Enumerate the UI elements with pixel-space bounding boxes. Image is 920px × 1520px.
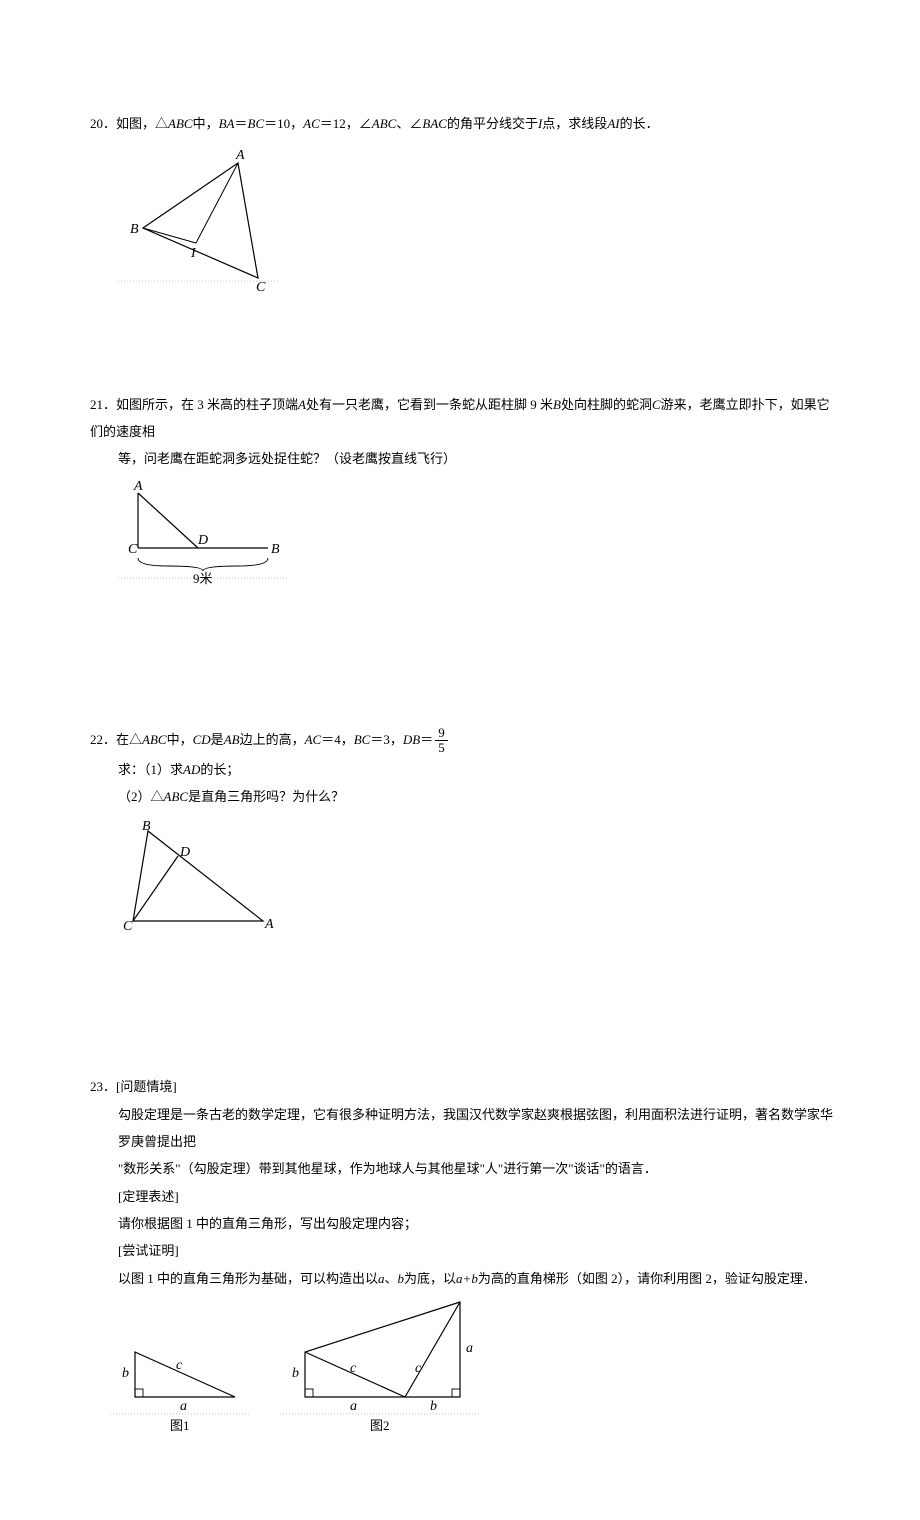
problem-22-q1: 求：（1）求AD的长； [90,756,835,783]
problem-21: 21．如图所示，在 3 米高的柱子顶端A处有一只老鹰，它看到一条蛇从距柱脚 9 … [90,391,835,598]
problem-20-text: 20．如图，△ABC中，BA＝BC＝10，AC＝12，∠ABC、∠BAC的角平分… [90,110,835,137]
figure-23: b c a 图1 b c c a a b 图2 [110,1292,835,1432]
label-A: A [235,148,245,163]
label-B: B [142,819,151,834]
label-b-left: b [292,1366,299,1381]
problem-23-h3: [尝试证明] [90,1237,835,1264]
figure-23-1: b c a 图1 [110,1312,250,1432]
label-a-bottom: a [350,1399,357,1414]
problem-22-q2: （2）△ABC是直角三角形吗？为什么？ [90,783,835,810]
label-c: c [176,1358,183,1373]
figure-21: A C B D 9米 [118,478,835,597]
problem-number: 23． [90,1079,116,1094]
problem-number: 20． [90,116,116,131]
problem-number: 22． [90,732,116,747]
label-C: C [123,919,133,934]
label-9m: 9米 [193,571,213,586]
figure-20: A B C I [118,143,835,302]
problem-23-para3: 以图 1 中的直角三角形为基础，可以构造出以a、b为底，以a+b为高的直角梯形（… [90,1265,835,1292]
label-a: a [180,1399,187,1414]
label-c-1: c [350,1361,357,1376]
label-a-right: a [466,1341,473,1356]
figure-22: B D C A [118,816,835,945]
label-C: C [128,542,138,557]
label-B: B [271,542,280,557]
label-D: D [179,845,190,860]
label-c-2: c [415,1361,422,1376]
caption-2: 图2 [370,1418,390,1432]
problem-23-para1b: "数形关系"（勾股定理）带到其他星球，作为地球人与其他星球"人"进行第一次"谈话… [90,1155,835,1182]
problem-20: 20．如图，△ABC中，BA＝BC＝10，AC＝12，∠ABC、∠BAC的角平分… [90,110,835,303]
problem-23: 23．[问题情境] 勾股定理是一条古老的数学定理，它有很多种证明方法，我国汉代数… [90,1073,835,1431]
problem-23-h2: [定理表述] [90,1183,835,1210]
problem-23-para1: 勾股定理是一条古老的数学定理，它有很多种证明方法，我国汉代数学家赵爽根据弦图，利… [90,1101,835,1156]
problem-22-text: 22．在△ABC中，CD是AB边上的高，AC＝4，BC＝3，DB＝95 [90,726,835,756]
problem-21-text: 21．如图所示，在 3 米高的柱子顶端A处有一只老鹰，它看到一条蛇从距柱脚 9 … [90,391,835,446]
problem-22: 22．在△ABC中，CD是AB边上的高，AC＝4，BC＝3，DB＝95 求：（1… [90,726,835,946]
problem-23-para2: 请你根据图 1 中的直角三角形，写出勾股定理内容； [90,1210,835,1237]
label-b-bottom: b [430,1399,437,1414]
caption-1: 图1 [170,1418,190,1432]
label-A: A [264,917,274,932]
problem-number: 21． [90,397,116,412]
label-A: A [133,479,143,494]
label-I: I [190,246,197,261]
label-C: C [256,280,266,293]
fraction-9-5: 95 [435,726,448,756]
problem-23-h1: 23．[问题情境] [90,1073,835,1100]
label-b: b [122,1366,129,1381]
label-B: B [130,222,139,237]
label-D: D [197,533,208,548]
figure-23-2: b c c a a b 图2 [280,1292,480,1432]
problem-21-text-line2: 等，问老鹰在距蛇洞多远处捉住蛇？（设老鹰按直线飞行） [90,445,835,472]
